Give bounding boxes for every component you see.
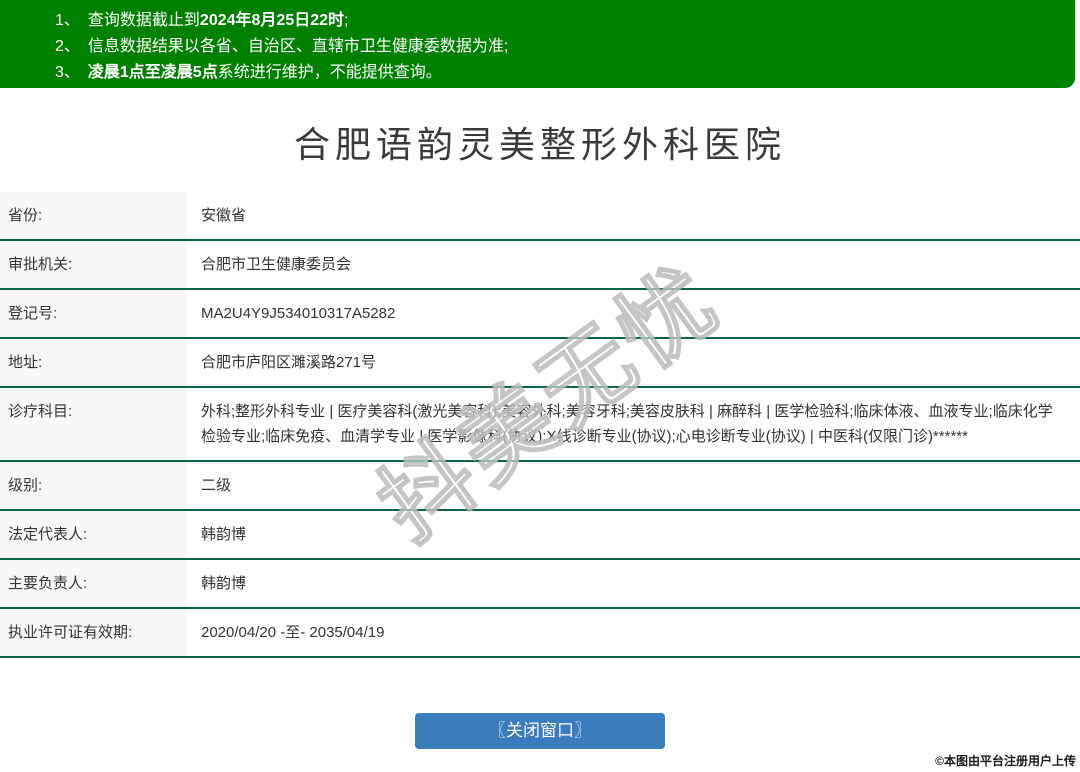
table-row-license-validity: 执业许可证有效期: 2020/04/20 -至- 2035/04/19 — [0, 609, 1080, 658]
row-value: 韩韵博 — [187, 560, 1080, 607]
row-label: 诊疗科目: — [0, 388, 187, 460]
close-window-button[interactable]: 〖关闭窗口〗 — [415, 713, 665, 749]
notice-number: 2、 — [55, 38, 80, 55]
table-row-level: 级别: 二级 — [0, 462, 1080, 511]
row-label: 法定代表人: — [0, 511, 187, 558]
row-value: 外科;整形外科专业 | 医疗美容科(激光美容科);美容外科;美容牙科;美容皮肤科… — [187, 388, 1080, 460]
notice-number: 1、 — [55, 12, 80, 29]
table-row-address: 地址: 合肥市庐阳区濉溪路271号 — [0, 339, 1080, 388]
row-value: 2020/04/20 -至- 2035/04/19 — [187, 609, 1080, 656]
notice-text-bold: 2024年8月25日22时 — [199, 12, 345, 29]
row-label: 主要负责人: — [0, 560, 187, 607]
notice-text-bold: 凌晨1点至凌晨5点 — [87, 64, 218, 81]
row-value: 合肥市卫生健康委员会 — [187, 241, 1080, 288]
row-label: 登记号: — [0, 290, 187, 337]
hospital-info-table: 省份: 安徽省 审批机关: 合肥市卫生健康委员会 登记号: MA2U4Y9J53… — [0, 192, 1080, 658]
row-value: 安徽省 — [187, 192, 1080, 239]
copyright-note: ©本图由平台注册用户上传 — [935, 754, 1076, 768]
table-row-main-person-in-charge: 主要负责人: 韩韵博 — [0, 560, 1080, 609]
row-label: 执业许可证有效期: — [0, 609, 187, 656]
table-row-registration-number: 登记号: MA2U4Y9J534010317A5282 — [0, 290, 1080, 339]
row-value: 韩韵博 — [187, 511, 1080, 558]
row-label: 级别: — [0, 462, 187, 509]
table-row-legal-representative: 法定代表人: 韩韵博 — [0, 511, 1080, 560]
row-value: 合肥市庐阳区濉溪路271号 — [187, 339, 1080, 386]
notice-line: 1、 查询数据截止到2024年8月25日22时; — [55, 8, 1065, 34]
notice-text: 信息数据结果以各省、自治区、直辖市卫生健康委数据为准; — [87, 38, 509, 55]
page-title: 合肥语韵灵美整形外科医院 — [293, 124, 786, 165]
row-label: 省份: — [0, 192, 187, 239]
row-value: 二级 — [187, 462, 1080, 509]
table-row-approval-authority: 审批机关: 合肥市卫生健康委员会 — [0, 241, 1080, 290]
row-value: MA2U4Y9J534010317A5282 — [187, 290, 1080, 337]
notice-text: 系统进行维护，不能提供查询。 — [217, 64, 442, 81]
notice-text: 查询数据截止到 — [87, 12, 200, 29]
notice-banner: 1、 查询数据截止到2024年8月25日22时; 2、 信息数据结果以各省、自治区、… — [0, 0, 1075, 88]
notice-number: 3、 — [55, 64, 80, 81]
notice-text: ; — [344, 12, 349, 29]
row-label: 地址: — [0, 339, 187, 386]
button-bar: 〖关闭窗口〗 — [0, 713, 1080, 749]
notice-line: 3、 凌晨1点至凌晨5点系统进行维护，不能提供查询。 — [55, 60, 1065, 86]
notice-line: 2、 信息数据结果以各省、自治区、直辖市卫生健康委数据为准; — [55, 34, 1065, 60]
table-row-treatment-subjects: 诊疗科目: 外科;整形外科专业 | 医疗美容科(激光美容科);美容外科;美容牙科… — [0, 388, 1080, 462]
table-row-province: 省份: 安徽省 — [0, 192, 1080, 241]
row-label: 审批机关: — [0, 241, 187, 288]
